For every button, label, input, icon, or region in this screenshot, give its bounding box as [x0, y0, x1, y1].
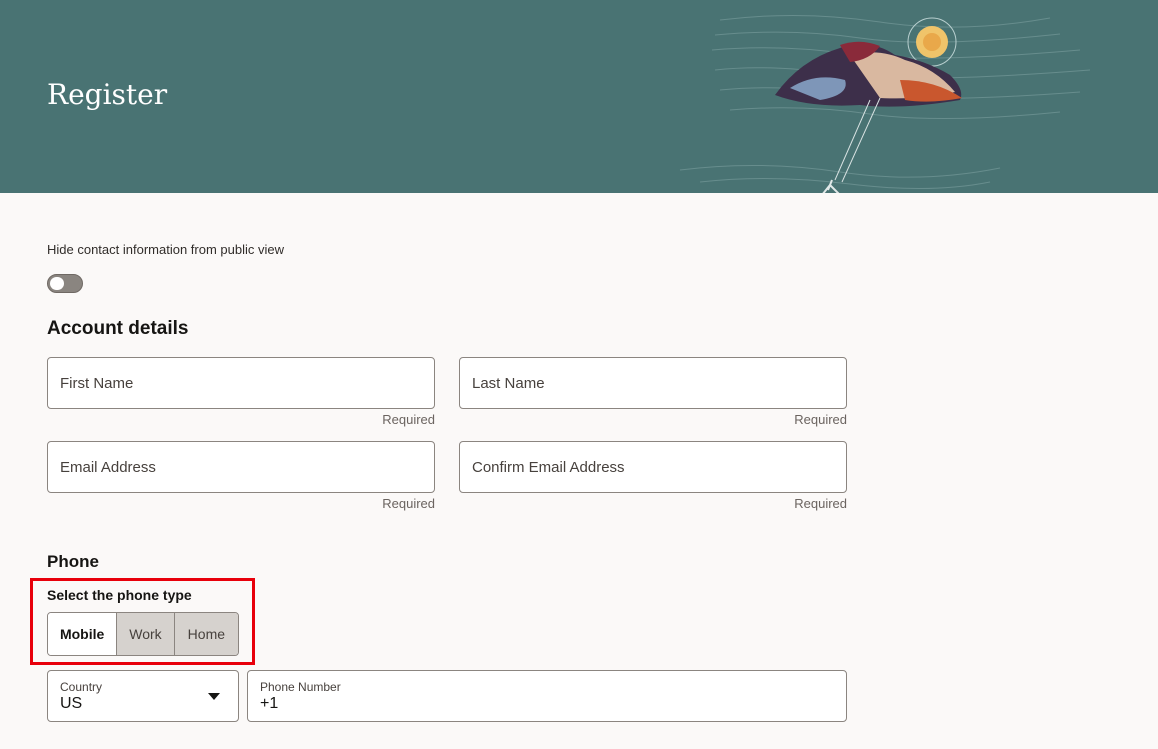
page-title: Register	[47, 78, 168, 111]
confirm-email-label: Confirm Email Address	[472, 459, 625, 476]
last-name-field[interactable]: Last Name	[459, 357, 847, 409]
country-select[interactable]: Country US	[47, 670, 239, 722]
phone-type-work[interactable]: Work	[117, 613, 175, 655]
email-label: Email Address	[60, 459, 156, 476]
country-value: US	[60, 695, 83, 712]
phone-type-home[interactable]: Home	[174, 613, 238, 655]
country-label: Country	[60, 680, 103, 694]
phone-type-mobile[interactable]: Mobile	[48, 613, 118, 655]
email-field[interactable]: Email Address	[47, 441, 435, 493]
header-banner: Register	[0, 0, 1158, 193]
first-name-field[interactable]: First Name	[47, 357, 435, 409]
first-name-label: First Name	[60, 375, 134, 392]
hide-contact-label: Hide contact information from public vie…	[47, 242, 284, 257]
confirm-email-field[interactable]: Confirm Email Address	[459, 441, 847, 493]
confirm-email-required: Required	[794, 496, 847, 511]
hide-contact-toggle[interactable]	[47, 274, 83, 293]
last-name-label: Last Name	[472, 375, 545, 392]
account-details-heading: Account details	[47, 318, 189, 339]
last-name-required: Required	[794, 412, 847, 427]
decorative-illustration	[679, 14, 1091, 193]
phone-number-value: +1	[260, 695, 279, 712]
toggle-knob	[50, 277, 64, 290]
phone-type-selector[interactable]: Mobile Work Home	[47, 612, 239, 656]
phone-number-field[interactable]: Phone Number +1	[247, 670, 847, 722]
phone-type-label: Select the phone type	[47, 587, 192, 603]
email-required: Required	[382, 496, 435, 511]
first-name-required: Required	[382, 412, 435, 427]
phone-number-label: Phone Number	[260, 680, 341, 694]
chevron-down-icon[interactable]	[208, 693, 220, 700]
phone-heading: Phone	[47, 552, 99, 571]
